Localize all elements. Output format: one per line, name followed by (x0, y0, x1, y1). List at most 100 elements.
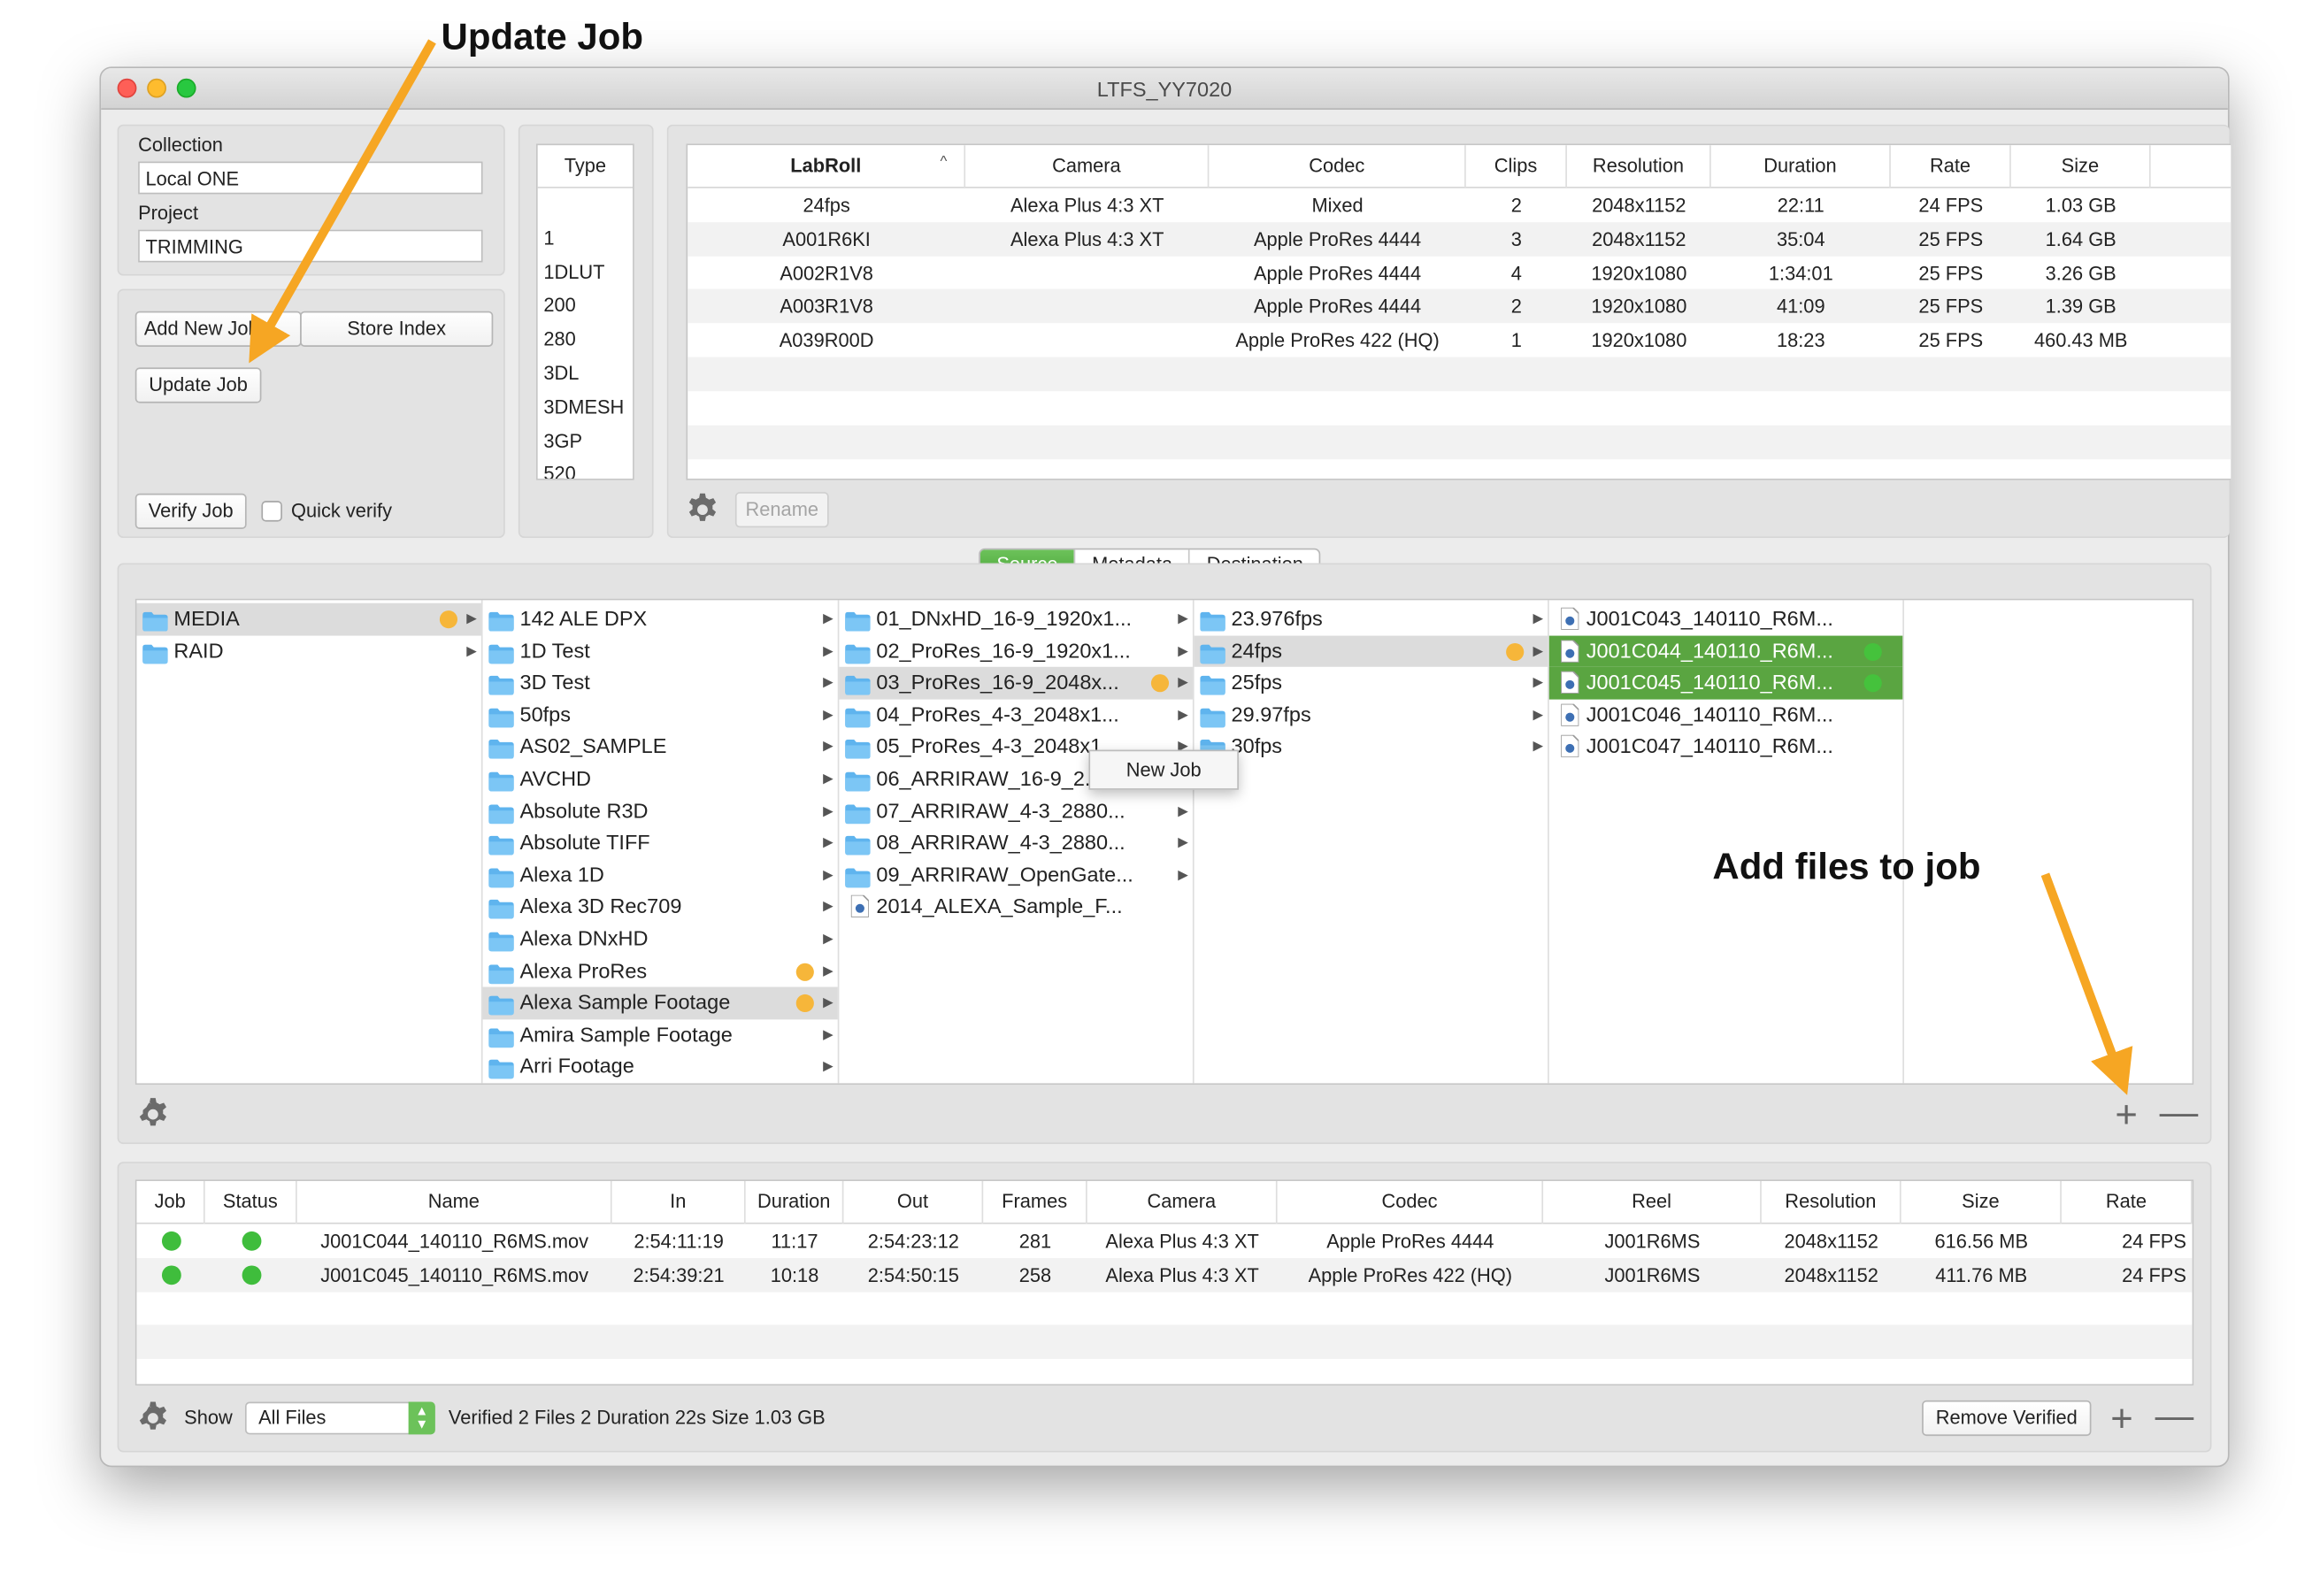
file-item[interactable]: J001C045_140110_R6M... (1548, 667, 1903, 700)
column-header-labroll[interactable]: LabRoll (688, 145, 966, 188)
table-row[interactable]: A003R1V8 Apple ProRes 4444 2 1920x1080 41:09… (688, 289, 2232, 324)
column-header-size[interactable]: Size (1901, 1180, 2062, 1224)
column-header-rate[interactable]: Rate (1891, 145, 2011, 188)
column-header-camera[interactable]: Camera (1087, 1180, 1278, 1224)
folder-item[interactable]: 142 ALE DPX ▶ (483, 603, 838, 635)
type-header[interactable]: Type (537, 145, 634, 188)
folder-item[interactable]: Absolute R3D ▶ (483, 795, 838, 827)
folder-item[interactable]: RAID ▶ (136, 635, 480, 667)
file-item[interactable]: 2014_ALEXA_Sample_F... (839, 891, 1193, 923)
folder-item[interactable]: 24fps ▶ (1194, 634, 1548, 668)
column-header-duration[interactable]: Duration (1711, 145, 1891, 188)
table-row[interactable]: 24fps Alexa Plus 4:3 XT Mixed 2 2048x1152 22:… (688, 188, 2231, 223)
folder-item[interactable]: Alexa Sample Footage ▶ (482, 986, 838, 1020)
store-index-button[interactable]: Store Index (300, 311, 494, 347)
folder-item[interactable]: 25fps ▶ (1195, 667, 1548, 699)
verify-job-button[interactable]: Verify Job (134, 493, 247, 529)
folder-item[interactable]: Alexa ProRes ▶ (483, 955, 838, 987)
list-item[interactable]: 1 (538, 222, 633, 256)
folder-item[interactable]: 30fps ▶ (1195, 731, 1548, 763)
list-item[interactable]: 3DMESH (538, 391, 633, 425)
folder-item[interactable]: 03_ProRes_16-9_2048x... ▶ (839, 667, 1193, 700)
add-new-job-button[interactable]: Add New Job (134, 311, 302, 347)
gear-icon[interactable] (135, 1097, 171, 1132)
folder-item[interactable]: 01_DNxHD_16-9_1920x1... ▶ (839, 603, 1193, 635)
column-header-codec[interactable]: Codec (1209, 145, 1466, 188)
column-header-rate[interactable]: Rate (2062, 1180, 2193, 1224)
gear-icon[interactable] (135, 1400, 171, 1436)
list-item[interactable]: 280 (538, 323, 633, 357)
list-item[interactable]: 520 (538, 458, 633, 479)
column-header-resolution[interactable]: Resolution (1567, 145, 1711, 188)
folder-item[interactable]: Amira Sample Footage ▶ (483, 1019, 838, 1051)
collection-field[interactable]: Local ONE (138, 161, 483, 195)
column-header-status[interactable]: Status (205, 1180, 297, 1224)
table-row[interactable]: J001C045_140110_R6MS.mov 2:54:39:21 10:18 2… (136, 1257, 2193, 1293)
list-item[interactable]: 3GP (538, 425, 633, 458)
table-row[interactable]: A039R00D Apple ProRes 422 (HQ) 1 1920x1080 1… (688, 323, 2231, 357)
column-header-job[interactable]: Job (136, 1180, 205, 1224)
file-item[interactable]: J001C047_140110_R6M... (1549, 731, 1903, 763)
remove-job-button[interactable]: — (2155, 1396, 2194, 1435)
folder-item[interactable]: 50fps ▶ (483, 699, 838, 731)
table-row[interactable]: A002R1V8 Apple ProRes 4444 4 1920x1080 1:34:… (688, 256, 2231, 290)
folder-item[interactable]: Alexa 3D Rec709 ▶ (483, 891, 838, 923)
column-header-clips[interactable]: Clips (1466, 145, 1567, 188)
table-row[interactable] (688, 391, 2231, 426)
table-row[interactable] (136, 1325, 2193, 1360)
gear-icon[interactable] (685, 492, 720, 527)
add-job-button[interactable]: + (2110, 1399, 2132, 1438)
column-header-duration[interactable]: Duration (746, 1180, 844, 1224)
remove-verified-button[interactable]: Remove Verified (1922, 1400, 2092, 1437)
file-browser[interactable]: MEDIA ▶ RAID ▶ 142 ALE DPX ▶ 1D Test ▶ 3D Test ▶ 5… (134, 598, 2194, 1086)
folder-item[interactable]: 3D Test ▶ (483, 667, 838, 699)
folder-item[interactable]: AVCHD ▶ (483, 763, 838, 795)
folder-item[interactable]: 02_ProRes_16-9_1920x1... ▶ (839, 635, 1193, 667)
folder-item[interactable]: 07_ARRIRAW_4-3_2880... ▶ (839, 795, 1193, 827)
folder-item[interactable]: MEDIA ▶ (136, 602, 481, 635)
list-item[interactable] (538, 188, 633, 222)
table-row[interactable]: J001C044_140110_R6MS.mov 2:54:11:19 11:17 2… (136, 1224, 2192, 1259)
folder-item[interactable]: 08_ARRIRAW_4-3_2880... ▶ (839, 827, 1193, 859)
add-files-button[interactable]: + (2115, 1095, 2137, 1134)
jobs-table[interactable]: Job Status Name In Duration Out Frames Camera Co… (134, 1179, 2194, 1386)
column-header-frames[interactable]: Frames (983, 1180, 1087, 1224)
list-item[interactable]: 3DL (538, 357, 633, 391)
folder-item[interactable]: 04_ProRes_4-3_2048x1... ▶ (839, 699, 1193, 731)
folder-item[interactable]: Alexa DNxHD ▶ (483, 924, 838, 955)
project-field[interactable]: TRIMMING (138, 229, 483, 263)
table-row[interactable] (688, 357, 2232, 392)
folder-item[interactable]: 29.97fps ▶ (1195, 699, 1548, 731)
table-row[interactable] (136, 1292, 2192, 1326)
column-header-camera[interactable]: Camera (965, 145, 1210, 188)
new-job-menu-item[interactable]: New Job (1088, 749, 1239, 790)
rename-button[interactable]: Rename (734, 492, 829, 528)
remove-files-button[interactable]: — (2160, 1092, 2199, 1131)
labroll-table[interactable]: LabRoll Camera Codec Clips Resolution Duratio… (686, 143, 2232, 480)
file-item[interactable]: J001C046_140110_R6M... (1549, 699, 1903, 731)
show-filter-select[interactable]: All Files ▲ ▼ (244, 1401, 435, 1435)
table-row[interactable] (688, 425, 2232, 459)
folder-item[interactable]: AS02_SAMPLE ▶ (483, 731, 838, 763)
column-header-out[interactable]: Out (843, 1180, 984, 1224)
folder-item[interactable]: Arri Footage ▶ (483, 1051, 838, 1083)
column-header-in[interactable]: In (612, 1180, 746, 1224)
column-header-reel[interactable]: Reel (1543, 1180, 1762, 1224)
column-header-codec[interactable]: Codec (1278, 1180, 1544, 1224)
folder-item[interactable]: 1D Test ▶ (483, 635, 838, 667)
type-list[interactable]: Type 1 1DLUT 200 280 3DL 3DMESH 3GP 520 (535, 143, 634, 480)
table-row[interactable]: A001R6KI Alexa Plus 4:3 XT Apple ProRes 44… (688, 221, 2232, 257)
folder-item[interactable]: Alexa 1D ▶ (483, 859, 838, 891)
list-item[interactable]: 200 (538, 289, 633, 323)
column-header-resolution[interactable]: Resolution (1762, 1180, 1901, 1224)
folder-item[interactable]: Absolute TIFF ▶ (483, 827, 838, 859)
folder-item[interactable]: 09_ARRIRAW_OpenGate... ▶ (839, 859, 1193, 891)
folder-item[interactable]: 23.976fps ▶ (1195, 603, 1548, 635)
column-header-name[interactable]: Name (297, 1180, 612, 1224)
quick-verify-checkbox[interactable] (261, 501, 282, 522)
update-job-button[interactable]: Update Job (134, 367, 262, 403)
column-header-size[interactable]: Size (2011, 145, 2151, 188)
file-item[interactable]: J001C043_140110_R6M... (1549, 603, 1903, 635)
file-item[interactable]: J001C044_140110_R6M... (1548, 634, 1903, 668)
table-row[interactable] (136, 1359, 2192, 1384)
